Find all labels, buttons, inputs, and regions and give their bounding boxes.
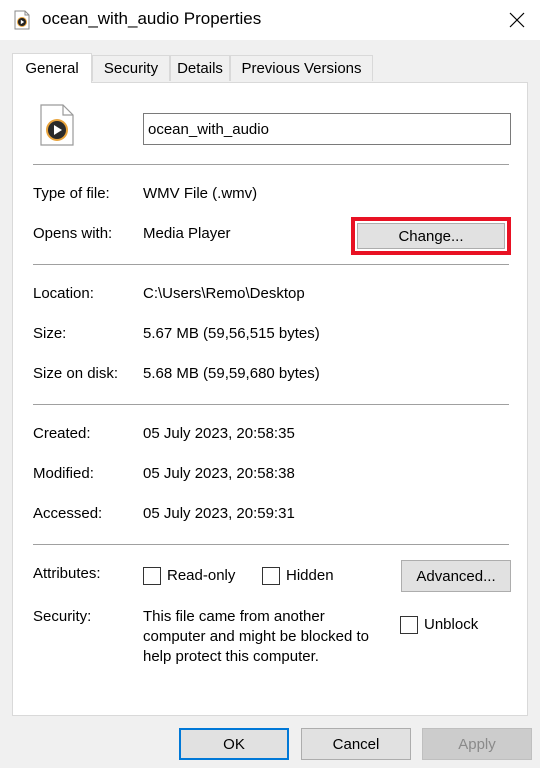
separator	[33, 264, 509, 265]
separator	[33, 544, 509, 545]
tab-details[interactable]: Details	[170, 55, 230, 81]
advanced-button[interactable]: Advanced...	[401, 560, 511, 592]
unblock-label[interactable]: Unblock	[424, 616, 478, 633]
created-value: 05 July 2023, 20:58:35	[143, 425, 295, 442]
security-label: Security:	[33, 608, 92, 625]
size-value: 5.67 MB (59,56,515 bytes)	[143, 325, 320, 342]
security-message-line-2: computer and might be blocked to	[143, 628, 369, 645]
type-of-file-value: WMV File (.wmv)	[143, 185, 258, 202]
close-button[interactable]	[494, 0, 540, 40]
tab-previous-versions[interactable]: Previous Versions	[230, 55, 373, 81]
media-file-title-icon	[14, 10, 30, 30]
separator	[33, 404, 509, 405]
media-player-file-icon	[39, 103, 75, 147]
accessed-label: Accessed:	[33, 505, 103, 522]
size-on-disk-label: Size on disk:	[33, 365, 119, 382]
size-on-disk-value: 5.68 MB (59,59,680 bytes)	[143, 365, 320, 382]
change-button[interactable]: Change...	[357, 223, 505, 249]
close-icon	[509, 12, 525, 28]
modified-label: Modified:	[33, 465, 94, 482]
read-only-label[interactable]: Read-only	[167, 567, 235, 584]
location-label: Location:	[33, 285, 94, 302]
hidden-checkbox[interactable]	[262, 567, 280, 585]
size-label: Size:	[33, 325, 67, 342]
file-name-input[interactable]	[143, 113, 511, 145]
modified-value: 05 July 2023, 20:58:38	[143, 465, 295, 482]
window-title: ocean_with_audio Properties	[42, 9, 262, 28]
apply-button[interactable]: Apply	[422, 728, 532, 760]
tab-security[interactable]: Security	[92, 55, 170, 81]
general-tab-panel: Type of file: WMV File (.wmv) Opens with…	[12, 82, 528, 716]
ok-button[interactable]: OK	[179, 728, 289, 760]
location-value: C:\Users\Remo\Desktop	[143, 285, 305, 302]
title-bar: ocean_with_audio Properties	[0, 0, 540, 40]
created-label: Created:	[33, 425, 91, 442]
security-message-line-3: help protect this computer.	[143, 648, 319, 665]
hidden-label[interactable]: Hidden	[286, 567, 334, 584]
type-of-file-label: Type of file:	[33, 185, 110, 202]
unblock-checkbox[interactable]	[400, 616, 418, 634]
security-message-line-1: This file came from another	[143, 608, 325, 625]
opens-with-value: Media Player	[143, 225, 231, 242]
opens-with-label: Opens with:	[33, 225, 113, 242]
attributes-label: Attributes:	[33, 565, 101, 582]
properties-dialog: ocean_with_audio Properties General Secu…	[0, 0, 540, 768]
tab-general[interactable]: General	[12, 53, 92, 83]
accessed-value: 05 July 2023, 20:59:31	[143, 505, 295, 522]
separator	[33, 164, 509, 165]
read-only-checkbox[interactable]	[143, 567, 161, 585]
cancel-button[interactable]: Cancel	[301, 728, 411, 760]
